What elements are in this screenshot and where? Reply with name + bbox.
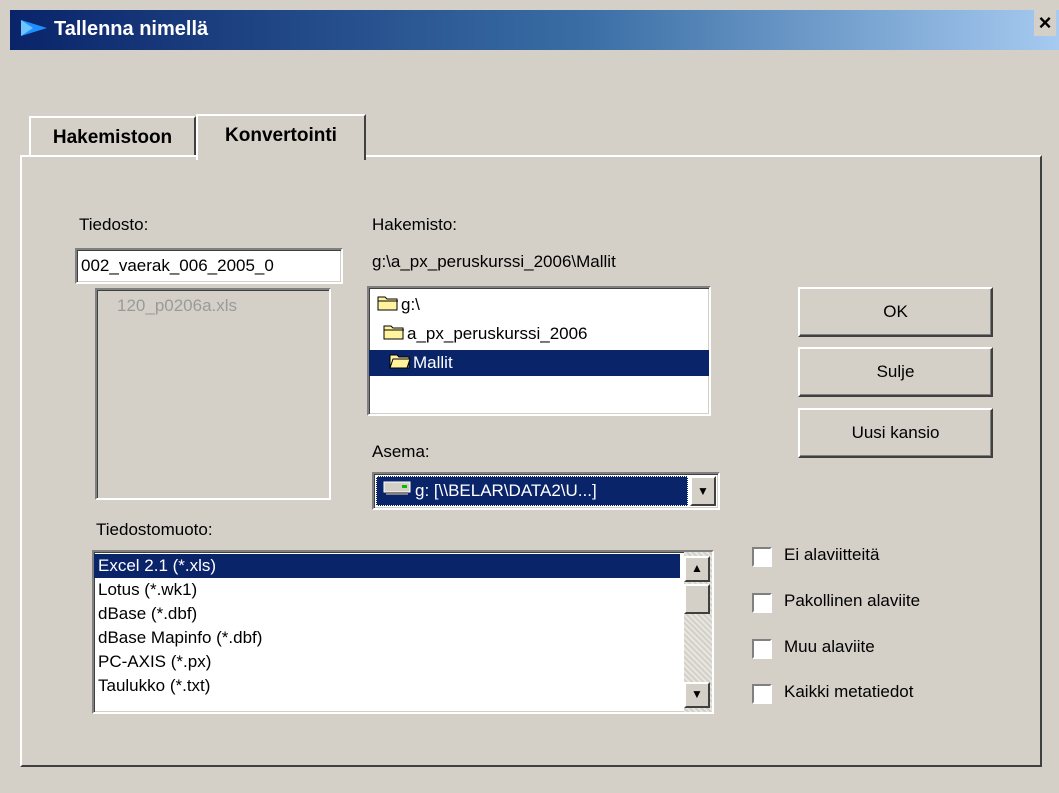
format-item[interactable]: PC-AXIS (*.px)	[94, 650, 680, 674]
checkbox-box[interactable]	[752, 593, 772, 613]
dropdown-button[interactable]: ▼	[690, 476, 716, 506]
directory-item-root[interactable]: g:\	[377, 292, 420, 318]
format-item[interactable]: dBase Mapinfo (*.dbf)	[94, 626, 680, 650]
ok-button[interactable]: OK	[798, 287, 993, 337]
file-list[interactable]: 120_p0206a.xls	[95, 288, 331, 500]
drive-selected: g: [\\BELAR\DATA2\U...]	[376, 476, 688, 506]
close-icon: ×	[1038, 10, 1052, 35]
drive-icon	[383, 478, 411, 505]
directory-label: Hakemisto:	[372, 215, 458, 234]
folder-icon	[377, 293, 399, 319]
scroll-down-icon: ▼	[691, 687, 703, 701]
open-folder-icon	[389, 351, 411, 377]
drive-select[interactable]: g: [\\BELAR\DATA2\U...] ▼	[372, 472, 720, 510]
checkbox-box[interactable]	[752, 547, 772, 567]
checkbox-box[interactable]	[752, 684, 772, 704]
window-title: Tallenna nimellä	[54, 18, 209, 40]
format-label: Tiedostomuoto:	[96, 520, 213, 539]
folder-icon	[383, 322, 405, 348]
checkbox-box[interactable]	[752, 639, 772, 659]
format-item[interactable]: dBase (*.dbf)	[94, 602, 680, 626]
title-bar: Tallenna nimellä	[10, 10, 1059, 50]
checkbox-label: Pakollinen alaviite	[784, 591, 921, 610]
directory-path: g:\a_px_peruskurssi_2006\Mallit	[372, 252, 616, 271]
scrollbar[interactable]: ▲ ▼	[684, 552, 712, 712]
format-item[interactable]: Excel 2.1 (*.xls)	[94, 554, 680, 578]
tab-hakemistoon[interactable]: Hakemistoon	[29, 116, 196, 156]
format-item[interactable]: Taulukko (*.txt)	[94, 674, 680, 698]
new-folder-button[interactable]: Uusi kansio	[798, 408, 993, 458]
new-folder-label: Uusi kansio	[851, 423, 940, 442]
close-dialog-button[interactable]: Sulje	[798, 347, 993, 397]
scroll-down-button[interactable]: ▼	[684, 682, 710, 708]
checkbox-label: Ei alaviitteitä	[784, 545, 880, 564]
tab-konvertointi[interactable]: Konvertointi	[196, 114, 366, 160]
directory-item-mallit[interactable]: Mallit	[369, 350, 709, 376]
directory-list[interactable]: g:\ a_px_peruskurssi_2006 Mallit	[367, 286, 711, 416]
file-label: Tiedosto:	[79, 215, 149, 234]
file-name-input[interactable]	[75, 248, 343, 284]
checkbox-label: Kaikki metatiedot	[784, 682, 914, 701]
scroll-up-button[interactable]: ▲	[684, 556, 710, 582]
checkbox-label: Muu alaviite	[784, 637, 875, 656]
dropdown-arrow-icon: ▼	[697, 484, 709, 498]
app-icon	[19, 18, 49, 43]
close-button[interactable]: ×	[1034, 10, 1056, 36]
directory-item-peruskurssi[interactable]: a_px_peruskurssi_2006	[383, 321, 588, 347]
drive-label: Asema:	[372, 442, 430, 461]
scroll-up-icon: ▲	[691, 561, 703, 575]
format-list[interactable]: Excel 2.1 (*.xls) Lotus (*.wk1) dBase (*…	[92, 550, 714, 714]
file-list-item[interactable]: 120_p0206a.xls	[117, 296, 237, 316]
format-item[interactable]: Lotus (*.wk1)	[94, 578, 680, 602]
scroll-thumb[interactable]	[684, 584, 710, 614]
